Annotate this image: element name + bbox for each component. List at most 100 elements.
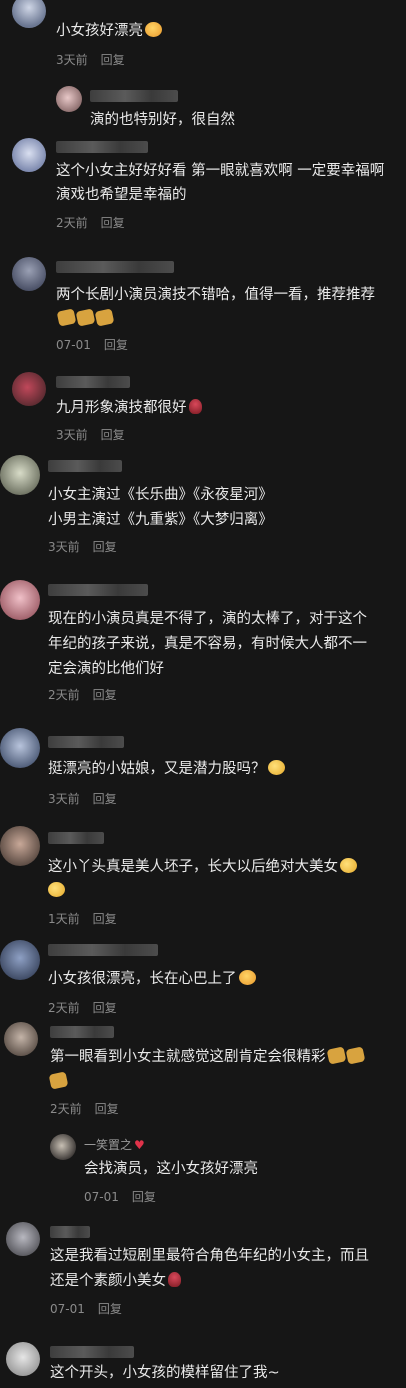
reply-button[interactable]: 回复 — [132, 1190, 156, 1204]
timestamp: 3天前 — [56, 428, 88, 442]
comment-text: 这个小女主好好好看 第一眼就喜欢啊 一定要幸福啊 — [56, 163, 385, 179]
username-blurred — [48, 460, 122, 472]
timestamp: 3天前 — [56, 53, 88, 67]
timestamp: 2天前 — [48, 1001, 80, 1015]
heart-gift-icon — [94, 308, 115, 327]
reply-button[interactable]: 回复 — [95, 1102, 119, 1116]
comment-text: 年纪的孩子来说，真是不容易，有时候大人都不一 — [48, 636, 367, 652]
avatar[interactable] — [6, 1342, 40, 1376]
timestamp: 3天前 — [48, 792, 80, 806]
username-blurred — [48, 584, 148, 596]
laugh-cry-icon — [267, 760, 285, 775]
comment-text: 小女孩很漂亮，长在心巴上了 — [48, 966, 256, 992]
comment: 小女孩很漂亮，长在心巴上了 2天前 回复 — [0, 938, 406, 1018]
reply-button[interactable]: 回复 — [93, 540, 117, 554]
comment-text: 演戏也希望是幸福的 — [56, 187, 187, 203]
reply-comment: 演的也特别好，很自然 — [0, 80, 406, 135]
reply-button[interactable]: 回复 — [104, 338, 128, 352]
avatar[interactable] — [4, 1022, 38, 1056]
comment: 小女孩好漂亮 3天前 回复 — [0, 0, 406, 72]
reply-button[interactable]: 回复 — [93, 792, 117, 806]
avatar[interactable] — [6, 1222, 40, 1256]
avatar[interactable] — [12, 257, 46, 291]
heart-icon: ♥ — [134, 1138, 145, 1152]
emoji-row — [48, 1069, 69, 1095]
avatar[interactable] — [0, 580, 40, 620]
comment-text: 九月形象演技都很好 — [56, 395, 202, 421]
heart-gift-icon — [48, 1071, 69, 1090]
comment-meta: 07-01 回复 — [56, 338, 141, 352]
comment-text: 两个长剧小演员演技不错哈，值得一看，推荐推荐 — [56, 287, 375, 303]
reply-button[interactable]: 回复 — [101, 53, 125, 67]
comment-text: 这个开头，小女孩的模样留住了我~ — [50, 1365, 280, 1381]
timestamp: 2天前 — [56, 216, 88, 230]
timestamp: 07-01 — [84, 1190, 119, 1204]
avatar[interactable] — [0, 940, 40, 980]
reply-button[interactable]: 回复 — [93, 912, 117, 926]
username-blurred — [56, 376, 130, 388]
comment: 这是我看过短剧里最符合角色年纪的小女主，而且 还是个素颜小美女 07-01 回复 — [0, 1220, 406, 1320]
avatar[interactable] — [0, 455, 40, 495]
timestamp: 2天前 — [50, 1102, 82, 1116]
rose-icon — [188, 399, 202, 414]
comment-meta: 3天前 回复 — [56, 428, 138, 442]
username-blurred — [48, 736, 124, 748]
comment-text: 小女孩好漂亮 — [56, 18, 162, 44]
comment: 小女主演过《长乐曲》《永夜星河》 小男主演过《九重紫》《大梦归离》 3天前 回复 — [0, 455, 406, 560]
comment: 现在的小演员真是不得了，演的太棒了，对于这个 年纪的孩子来说，真是不容易，有时候… — [0, 576, 406, 706]
heart-gift-icon — [345, 1046, 365, 1065]
emoji-row — [48, 878, 65, 904]
avatar[interactable] — [56, 86, 82, 112]
username-blurred — [56, 141, 148, 153]
rose-icon — [168, 1272, 181, 1287]
emoji-row — [56, 306, 115, 332]
comment-meta: 2天前 回复 — [56, 216, 138, 230]
comment: 这个开头，小女孩的模样留住了我~ — [0, 1340, 406, 1388]
reply-comment: 一笑置之 ♥ 会找演员，这小女孩好漂亮 07-01 回复 — [0, 1130, 406, 1205]
avatar[interactable] — [12, 372, 46, 406]
comment: 九月形象演技都很好 3天前 回复 — [0, 370, 406, 450]
heart-gift-icon — [75, 308, 96, 327]
timestamp: 2天前 — [48, 688, 80, 702]
heart-gift-icon — [56, 308, 77, 327]
avatar[interactable] — [50, 1134, 76, 1160]
comment-text: 这小丫头真是美人坯子，长大以后绝对大美女 — [48, 854, 357, 880]
author-name[interactable]: 一笑置之 ♥ — [84, 1138, 145, 1152]
reply-button[interactable]: 回复 — [98, 1302, 122, 1316]
comment-text: 挺漂亮的小姑娘，又是潜力股吗？ — [48, 756, 285, 782]
username-blurred — [50, 1226, 90, 1238]
comment-meta: 1天前 回复 — [48, 912, 130, 926]
avatar[interactable] — [0, 826, 40, 866]
smirk-icon — [340, 858, 357, 873]
avatar[interactable] — [12, 138, 46, 172]
comment-text: 小女主演过《长乐曲》《永夜星河》 — [48, 487, 273, 503]
comment: 两个长剧小演员演技不错哈，值得一看，推荐推荐 07-01 回复 — [0, 255, 406, 355]
comment-text: 现在的小演员真是不得了，演的太棒了，对于这个 — [48, 611, 367, 627]
comment-text: 小男主演过《九重紫》《大梦归离》 — [48, 512, 273, 528]
reply-button[interactable]: 回复 — [93, 1001, 117, 1015]
comment-meta: 3天前 回复 — [48, 792, 130, 806]
comment-text: 会找演员，这小女孩好漂亮 — [84, 1161, 258, 1177]
reply-button[interactable]: 回复 — [101, 216, 125, 230]
comment-meta: 2天前 回复 — [50, 1102, 132, 1116]
hearts-face-icon — [238, 970, 256, 985]
heart-gift-icon — [326, 1046, 346, 1065]
username-blurred — [50, 1346, 134, 1358]
reply-button[interactable]: 回复 — [93, 688, 117, 702]
comment-text: 演的也特别好，很自然 — [90, 112, 235, 128]
comment-meta: 2天前 回复 — [48, 688, 130, 702]
avatar[interactable] — [12, 0, 46, 28]
comment-meta: 07-01 回复 — [50, 1302, 135, 1316]
comment: 这个小女主好好好看 第一眼就喜欢啊 一定要幸福啊 演戏也希望是幸福的 2天前 回复 — [0, 136, 406, 236]
reply-button[interactable]: 回复 — [101, 428, 125, 442]
username-blurred — [48, 832, 104, 844]
username-blurred — [50, 1026, 114, 1038]
timestamp: 3天前 — [48, 540, 80, 554]
comment-meta: 3天前 回复 — [48, 540, 130, 554]
avatar[interactable] — [0, 728, 40, 768]
comment-meta: 2天前 回复 — [48, 1001, 130, 1015]
comment: 挺漂亮的小姑娘，又是潜力股吗？ 3天前 回复 — [0, 728, 406, 808]
username-blurred — [56, 261, 174, 273]
comment: 第一眼看到小女主就感觉这剧肯定会很精彩 2天前 回复 — [0, 1020, 406, 1120]
timestamp: 07-01 — [56, 338, 91, 352]
